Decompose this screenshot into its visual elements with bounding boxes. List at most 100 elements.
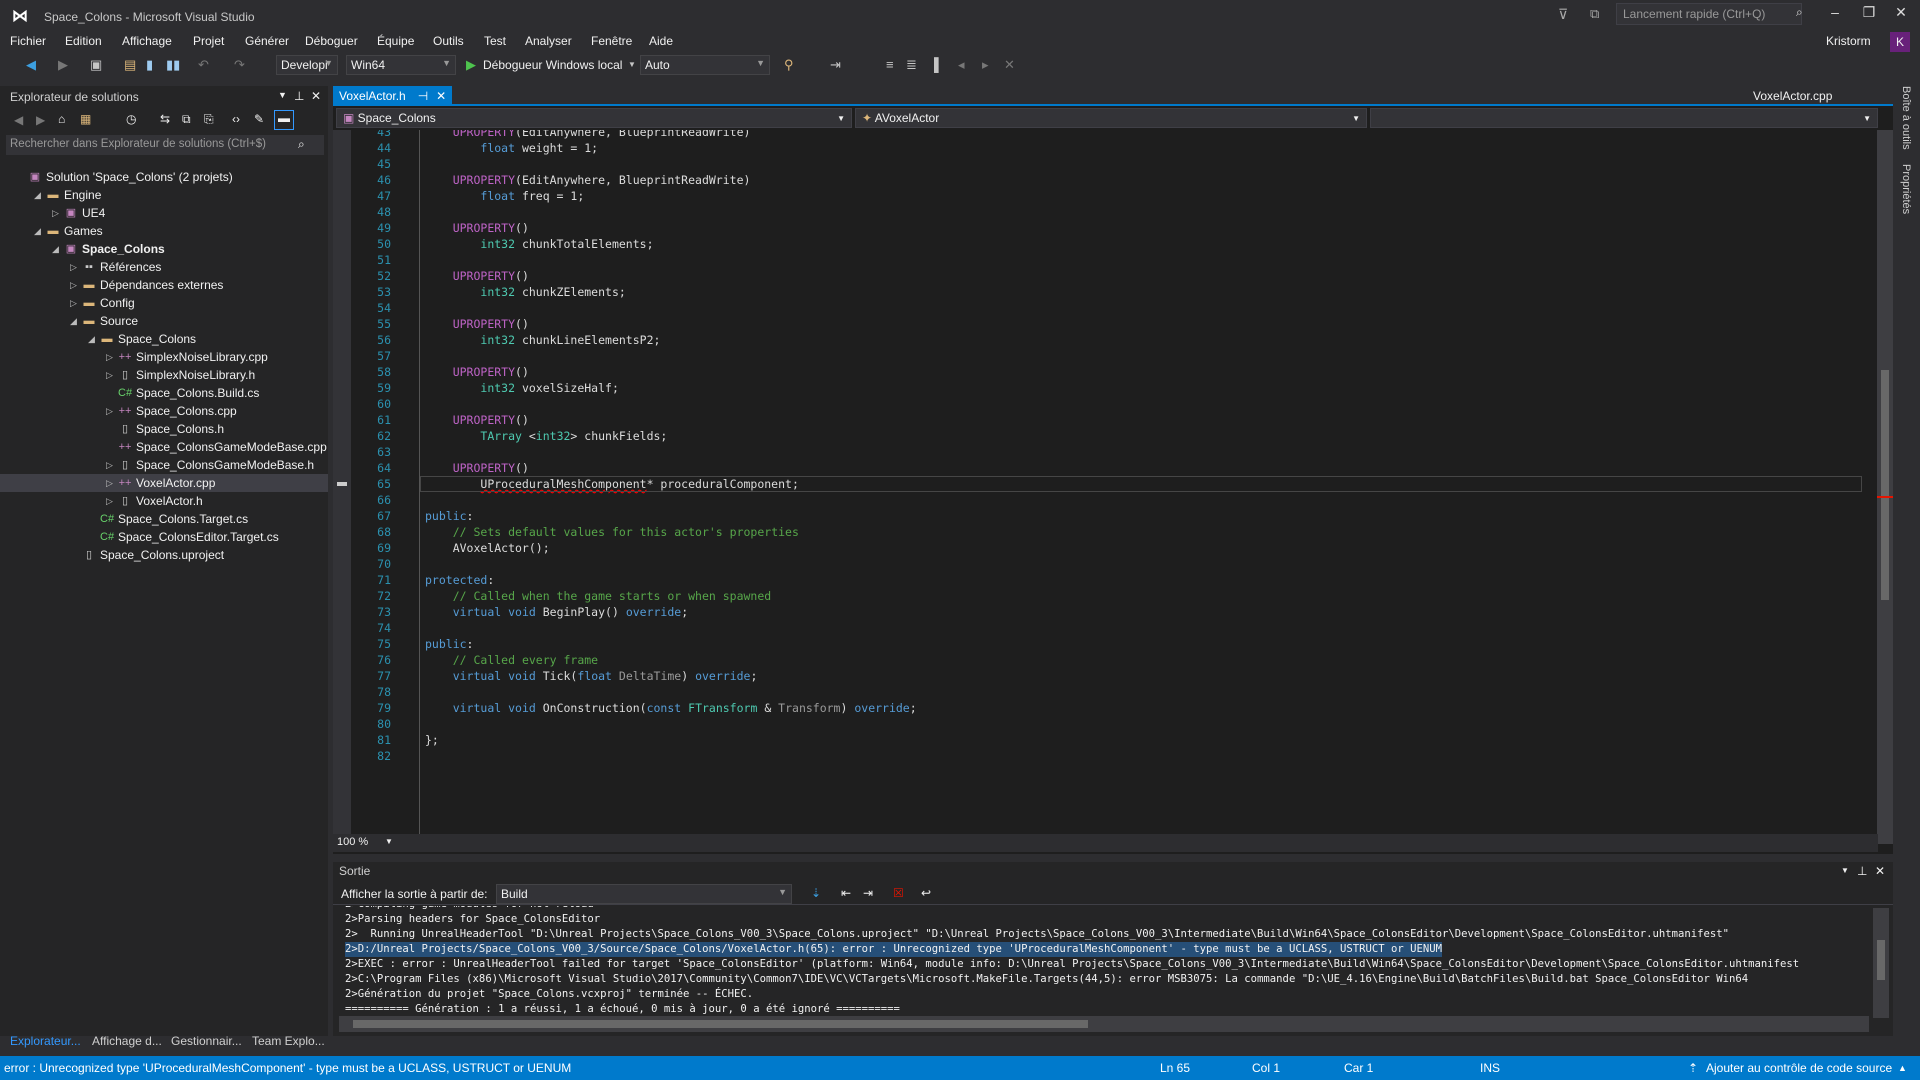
chevron-down-icon[interactable]: ▼ [385,837,393,846]
code-line[interactable]: 44 float weight = 1; [333,140,1873,156]
code-line[interactable]: 46 UPROPERTY(EditAnywhere, BlueprintRead… [333,172,1873,188]
auto-select[interactable]: Auto ▼ [640,55,770,75]
menu-edition[interactable]: Edition [65,34,102,48]
code-line[interactable]: 54 [333,300,1873,316]
code-line[interactable]: 77 virtual void Tick(float DeltaTime) ov… [333,668,1873,684]
chevron-down-icon[interactable]: ▼ [1841,866,1849,875]
forward-icon[interactable]: ▶ [58,57,68,73]
collapse-arrow-icon[interactable]: ◢ [52,240,62,258]
expand-arrow-icon[interactable]: ▷ [106,348,116,366]
menu-test[interactable]: Test [484,34,506,48]
find-in-files-icon[interactable]: ⚲ [784,57,794,73]
tree-item[interactable]: ◢ ▬ Engine [0,186,328,204]
close-panel-icon[interactable]: ✕ [311,89,321,103]
chevron-down-icon[interactable]: ▼ [278,90,287,100]
tree-item[interactable]: ▯ Space_Colons.h [0,420,328,438]
output-line[interactable]: 2>Génération du projet "Space_Colons.vcx… [345,988,753,1000]
open-file-icon[interactable]: ▤ [124,57,136,73]
tree-item[interactable]: ▣ Solution 'Space_Colons' (2 projets) [0,168,328,186]
next-message-icon[interactable]: ⇥ [863,886,873,900]
output-vertical-scrollbar[interactable] [1873,908,1889,1018]
code-line[interactable]: 79 virtual void OnConstruction(const FTr… [333,700,1873,716]
properties-icon[interactable]: ✎ [254,112,264,126]
tree-item[interactable]: ▷ ▯ SimplexNoiseLibrary.h [0,366,328,384]
code-line[interactable]: 60 [333,396,1873,412]
save-icon[interactable]: ▮ [146,57,153,73]
tree-item[interactable]: ▷ ▯ VoxelActor.h [0,492,328,510]
tree-item[interactable]: ▷ ▯ Space_ColonsGameModeBase.h [0,456,328,474]
expand-arrow-icon[interactable]: ▷ [70,276,80,294]
menu-affichage[interactable]: Affichage [122,34,172,48]
play-icon[interactable]: ▶ [466,57,476,73]
expand-arrow-icon[interactable]: ▷ [106,402,116,420]
save-all-icon[interactable]: ▮▮ [166,57,180,73]
code-line[interactable]: 62 TArray <int32> chunkFields; [333,428,1873,444]
code-line[interactable]: 72 // Called when the game starts or whe… [333,588,1873,604]
code-line[interactable]: 48 [333,204,1873,220]
bookmark-icon[interactable]: ▌ [934,57,943,72]
tree-item[interactable]: ◢ ▣ Space_Colons [0,240,328,258]
back-icon[interactable]: ◀ [26,57,36,73]
bookmark-next-icon[interactable]: ▸ [982,57,989,73]
show-all-files-icon[interactable]: ⎘ [204,112,214,127]
collapse-arrow-icon[interactable]: ◢ [88,330,98,348]
menu-projet[interactable]: Projet [193,34,224,48]
code-line[interactable]: 58 UPROPERTY() [333,364,1873,380]
menu-generer[interactable]: Générer [245,34,289,48]
minimize-button[interactable]: – [1820,4,1850,26]
scrollbar-thumb[interactable] [1881,370,1889,600]
code-line[interactable]: 69 AVoxelActor(); [333,540,1873,556]
tree-item[interactable]: ▯ Space_Colons.uproject [0,546,328,564]
close-panel-icon[interactable]: ✕ [1875,864,1885,878]
tab-solution-explorer[interactable]: Explorateur... [10,1034,81,1048]
source-control-button[interactable]: Ajouter au contrôle de code source [1706,1061,1892,1075]
collapse-arrow-icon[interactable]: ◢ [34,186,44,204]
bookmark-clear-icon[interactable]: ✕ [1004,57,1015,73]
output-text[interactable]: 2>Compiling game modules for hot reload 2… [345,906,1871,1017]
tree-item[interactable]: C# Space_Colons.Target.cs [0,510,328,528]
collapse-all-icon[interactable]: ⧉ [182,112,191,127]
sync-icon[interactable]: ⇆ [160,112,170,126]
scrollbar-thumb[interactable] [1877,940,1885,980]
code-line[interactable]: 57 [333,348,1873,364]
tree-item[interactable]: C# Space_Colons.Build.cs [0,384,328,402]
start-debugger-button[interactable]: Débogueur Windows local [483,58,622,72]
project-nav-dropdown[interactable]: ▣ Space_Colons ▼ [336,108,852,128]
preview-selected-icon[interactable]: ▬ [274,110,294,130]
scope-nav-dropdown[interactable]: ✦ AVoxelActor ▼ [855,108,1367,128]
code-line[interactable]: 67 public: [333,508,1873,524]
home-icon[interactable]: ⌂ [58,112,65,126]
output-source-select[interactable]: Build ▼ [496,884,792,904]
configuration-select[interactable]: Developi ▼ [276,55,338,75]
tree-item[interactable]: C# Space_ColonsEditor.Target.cs [0,528,328,546]
tab-voxelactor-h[interactable]: VoxelActor.h ⊣ ✕ [333,86,453,106]
code-line[interactable]: 45 [333,156,1873,172]
code-line[interactable]: 61 UPROPERTY() [333,412,1873,428]
tab-property-manager[interactable]: Gestionnair... [171,1034,242,1048]
pending-changes-icon[interactable]: ◷ [126,112,136,126]
restore-button[interactable]: ❐ [1854,4,1884,26]
code-line[interactable]: 52 UPROPERTY() [333,268,1873,284]
expand-arrow-icon[interactable]: ▷ [106,456,116,474]
tree-item[interactable]: ◢ ▬ Source [0,312,328,330]
code-line[interactable]: 74 [333,620,1873,636]
new-project-icon[interactable]: ▣ [90,57,102,73]
menu-deboguer[interactable]: Déboguer [305,34,358,48]
code-line[interactable]: 55 UPROPERTY() [333,316,1873,332]
code-line[interactable]: 80 [333,716,1873,732]
undo-icon[interactable]: ↶ [198,57,209,73]
code-area[interactable]: 43 UPROPERTY(EditAnywhere, BlueprintRead… [333,130,1873,844]
view-code-icon[interactable]: ‹› [232,112,240,126]
tab-voxelactor-cpp[interactable]: VoxelActor.cpp [1753,89,1832,103]
code-line[interactable]: 70 [333,556,1873,572]
filter-icon[interactable]: ⊽ [1558,6,1568,23]
code-line[interactable]: 81}; [333,732,1873,748]
tree-item[interactable]: ◢ ▬ Space_Colons [0,330,328,348]
output-line-selected[interactable]: 2>D:/Unreal Projects/Space_Colons_V00_3/… [345,942,1443,957]
output-line[interactable]: 2>EXEC : error : UnrealHeaderTool failed… [345,958,1799,970]
user-name[interactable]: Kristorm [1826,34,1871,48]
menu-fichier[interactable]: Fichier [10,34,46,48]
code-line[interactable]: 51 [333,252,1873,268]
code-line[interactable]: 64 UPROPERTY() [333,460,1873,476]
platform-select[interactable]: Win64 ▼ [346,55,456,75]
